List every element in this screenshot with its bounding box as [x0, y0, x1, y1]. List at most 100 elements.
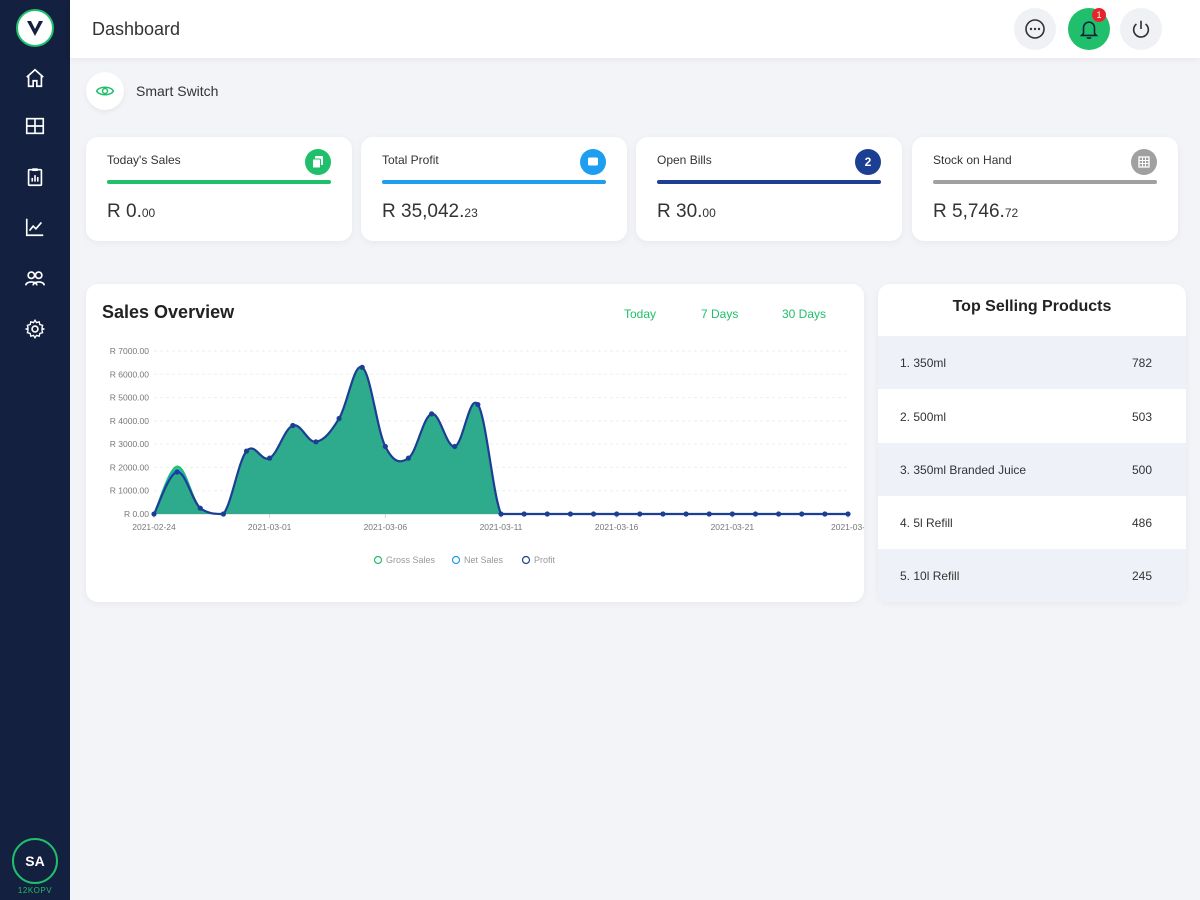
list-item[interactable]: 3. 350ml Branded Juice 500 [878, 443, 1186, 496]
data-point [660, 511, 666, 517]
data-point [752, 511, 759, 517]
data-point [336, 415, 342, 422]
list-item[interactable]: 2. 500ml 503 [878, 390, 1186, 443]
data-point [614, 511, 620, 517]
top-selling-card: Top Selling Products 1. 350ml 782 2. 500… [878, 284, 1186, 602]
data-point [313, 439, 319, 445]
logo-v-icon [27, 21, 43, 36]
stat-card-todays-sales[interactable]: Today's Sales R 0.00 [86, 137, 352, 241]
data-point [706, 511, 712, 517]
gear-icon [24, 319, 46, 339]
data-point [822, 511, 828, 517]
x-tick-label: 2021-03-06 [364, 522, 408, 532]
data-point [776, 511, 782, 517]
messages-button[interactable] [1014, 8, 1056, 50]
eye-icon [95, 86, 115, 96]
data-point [590, 511, 597, 517]
smart-switch-toggle[interactable]: Smart Switch [86, 72, 218, 110]
sidebar-item-layout[interactable] [0, 106, 70, 146]
data-point [243, 448, 250, 454]
data-point [521, 511, 527, 517]
page-title: Dashboard [92, 19, 181, 39]
data-point [359, 364, 365, 370]
product-qty: 500 [1131, 462, 1152, 477]
data-point [429, 411, 435, 417]
y-tick-label: R 1000.00 [110, 486, 149, 496]
x-tick-label: 2021-03-21 [711, 522, 755, 532]
stat-card-total-profit[interactable]: Total Profit R 35,042.23 [361, 137, 627, 241]
logout-button[interactable] [1120, 8, 1162, 50]
sidebar-item-settings[interactable] [0, 309, 70, 349]
data-point [498, 511, 504, 517]
stat-card-open-bills[interactable]: Open Bills 2 R 30.00 [636, 137, 902, 241]
smart-switch-label: Smart Switch [136, 83, 219, 99]
app-logo[interactable] [16, 9, 54, 47]
sidebar-item-analytics[interactable] [0, 207, 70, 247]
grid-icon [1131, 149, 1157, 175]
stat-card-value: R 30.00 [657, 201, 716, 222]
data-point [567, 511, 573, 517]
data-point [475, 401, 481, 408]
product-name: 2. 500ml [900, 409, 947, 424]
stat-card-stock-on-hand[interactable]: Stock on Hand R 5,746.72 [912, 137, 1178, 241]
stat-card-label: Today's Sales [107, 153, 181, 167]
data-point [544, 511, 550, 517]
legend-label: Gross Sales [386, 555, 436, 565]
x-tick-label: 2021-03-11 [480, 522, 523, 532]
data-point [197, 505, 203, 511]
data-point [382, 443, 388, 450]
user-avatar[interactable]: SA [12, 838, 58, 884]
list-item[interactable]: 4. 5l Refill 486 [878, 496, 1186, 549]
stat-card-label: Open Bills [657, 153, 712, 167]
legend-marker [373, 555, 383, 565]
data-point [174, 469, 180, 475]
y-tick-label: R 0.00 [124, 509, 149, 519]
stat-card-value: R 35,042.23 [382, 201, 478, 222]
y-tick-label: R 5000.00 [110, 393, 149, 403]
data-point [405, 455, 412, 461]
list-item[interactable]: 5. 10l Refill 245 [878, 549, 1186, 602]
stat-card-value: R 0.00 [107, 201, 156, 222]
home-icon [26, 68, 44, 88]
x-tick-label: 2021-03- [831, 522, 864, 532]
legend-marker [451, 555, 461, 565]
product-name: 3. 350ml Branded Juice [900, 462, 1027, 477]
data-point [220, 511, 226, 517]
y-tick-label: R 2000.00 [110, 462, 149, 472]
product-qty: 782 [1131, 355, 1152, 370]
notifications-button[interactable]: 1 [1068, 8, 1110, 50]
data-point [637, 511, 643, 517]
legend-label: Profit [534, 555, 556, 565]
list-item[interactable]: 1. 350ml 782 [878, 336, 1186, 389]
top-header: Dashboard 1 [70, 0, 1200, 58]
stat-card-label: Total Profit [382, 153, 439, 167]
y-tick-label: R 3000.00 [110, 439, 149, 449]
layout-icon [25, 117, 45, 135]
stat-card-label: Stock on Hand [933, 153, 1012, 167]
legend-label: Net Sales [464, 555, 504, 565]
sidebar: SA 12KOPV [0, 0, 70, 900]
data-point [452, 443, 458, 450]
data-point [683, 511, 689, 517]
switch-icon-wrap [86, 72, 124, 110]
legend-marker [521, 555, 531, 565]
count-badge-icon: 2 [855, 149, 881, 175]
notification-badge: 1 [1092, 8, 1106, 22]
sales-overview-card: Sales Overview Today 7 Days 30 Days R 0.… [86, 284, 864, 602]
chat-bubble-icon [1025, 19, 1045, 39]
x-tick-label: 2021-02-24 [132, 522, 176, 532]
sidebar-item-home[interactable] [0, 58, 70, 98]
y-tick-label: R 4000.00 [110, 416, 149, 426]
series-area [154, 366, 848, 514]
power-icon [1132, 20, 1150, 38]
chat-icon [580, 149, 606, 175]
stat-card-value: R 5,746.72 [933, 201, 1019, 222]
data-point [799, 511, 805, 517]
sales-line-chart: R 0.00 R 1000.00 R 2000.00 R 3000.00 R 4000.… [110, 346, 864, 565]
avatar-initials: SA [25, 853, 45, 869]
sidebar-item-users[interactable] [0, 258, 70, 298]
product-name: 1. 350ml [900, 355, 947, 370]
sidebar-item-reports[interactable] [0, 157, 70, 197]
y-tick-label: R 7000.00 [110, 346, 149, 356]
data-point [151, 511, 157, 517]
